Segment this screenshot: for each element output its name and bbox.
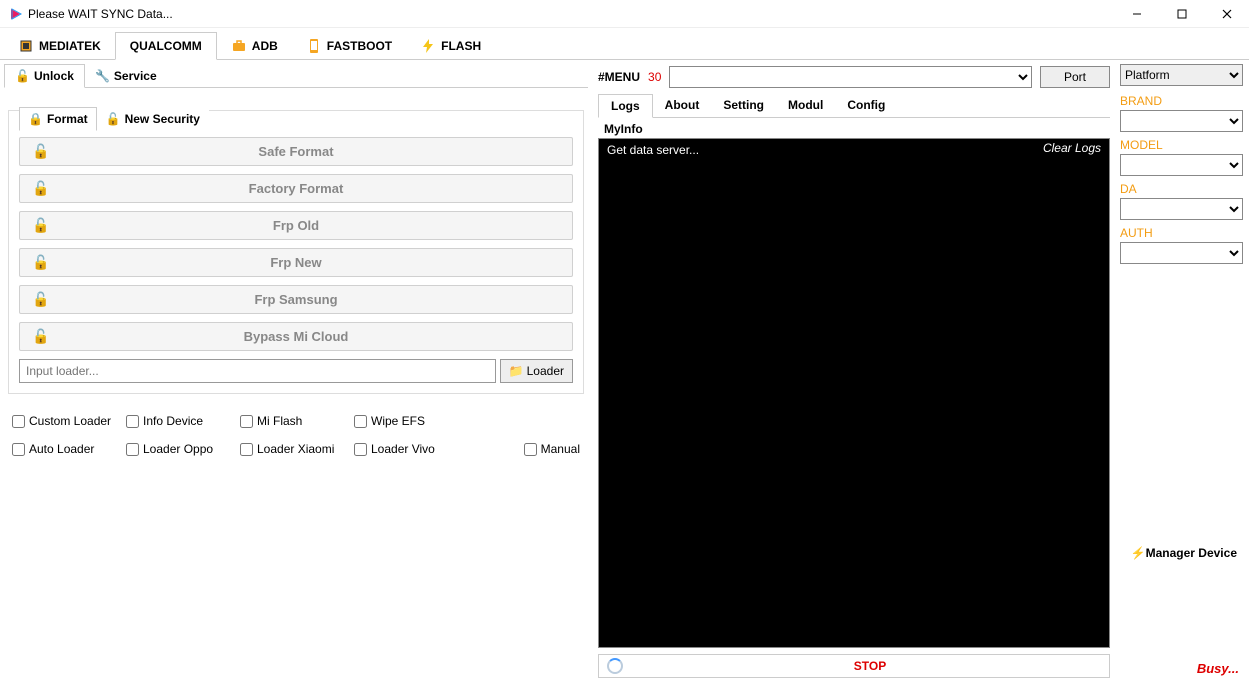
bypass-micloud-button[interactable]: 🔓Bypass Mi Cloud bbox=[19, 322, 573, 351]
toolbox-icon bbox=[231, 38, 247, 54]
frp-old-button[interactable]: 🔓Frp Old bbox=[19, 211, 573, 240]
port-button[interactable]: Port bbox=[1040, 66, 1110, 88]
manager-device-link[interactable]: ⚡Manager Device bbox=[1131, 546, 1237, 560]
phone-icon bbox=[306, 38, 322, 54]
bolt-icon: ⚡ bbox=[1131, 546, 1146, 560]
chip-icon bbox=[18, 38, 34, 54]
loader-button[interactable]: 📁Loader bbox=[500, 359, 573, 383]
da-select[interactable] bbox=[1120, 198, 1243, 220]
myinfo-label: MyInfo bbox=[604, 122, 1110, 136]
padlock-icon: 🔓 bbox=[32, 143, 49, 160]
factory-format-button[interactable]: 🔓Factory Format bbox=[19, 174, 573, 203]
chk-wipe-efs[interactable]: Wipe EFS bbox=[354, 414, 464, 428]
subtab-unlock[interactable]: 🔓Unlock bbox=[4, 64, 85, 88]
titlebar: Please WAIT SYNC Data... bbox=[0, 0, 1249, 28]
tab-config[interactable]: Config bbox=[835, 94, 897, 118]
loader-input[interactable] bbox=[19, 359, 496, 383]
left-panel: 🔓Unlock 🔧Service 🔒Format 🔓New Security 🔓… bbox=[0, 60, 592, 682]
model-select[interactable] bbox=[1120, 154, 1243, 176]
window-controls bbox=[1114, 0, 1249, 28]
padlock-icon: 🔓 bbox=[32, 180, 49, 197]
model-label: MODEL bbox=[1120, 138, 1243, 152]
brand-select[interactable] bbox=[1120, 110, 1243, 132]
padlock-icon: 🔓 bbox=[32, 254, 49, 271]
tab-new-security[interactable]: 🔓New Security bbox=[97, 107, 209, 131]
chk-loader-xiaomi[interactable]: Loader Xiaomi bbox=[240, 442, 350, 456]
frp-new-button[interactable]: 🔓Frp New bbox=[19, 248, 573, 277]
stop-button[interactable]: STOP bbox=[631, 659, 1109, 673]
middle-panel: #MENU 30 Port Logs About Setting Modul C… bbox=[592, 60, 1114, 682]
tab-flash[interactable]: FLASH bbox=[406, 32, 495, 60]
brand-label: BRAND bbox=[1120, 94, 1243, 108]
flash-icon bbox=[420, 38, 436, 54]
log-box[interactable]: Get data server... Clear Logs bbox=[598, 138, 1110, 648]
padlock-icon: 🔓 bbox=[32, 217, 49, 234]
tab-about[interactable]: About bbox=[653, 94, 712, 118]
chk-custom-loader[interactable]: Custom Loader bbox=[12, 414, 122, 428]
left-subtabs: 🔓Unlock 🔧Service bbox=[4, 64, 588, 88]
device-select[interactable] bbox=[669, 66, 1032, 88]
tab-logs[interactable]: Logs bbox=[598, 94, 653, 118]
format-tabs: 🔒Format 🔓New Security bbox=[19, 107, 573, 131]
busy-status: Busy... bbox=[1197, 661, 1239, 676]
menu-bar: #MENU 30 Port bbox=[598, 64, 1110, 90]
platform-select[interactable]: Platform bbox=[1120, 64, 1243, 86]
unlock-icon: 🔓 bbox=[15, 69, 30, 83]
minimize-button[interactable] bbox=[1114, 0, 1159, 28]
subtab-service[interactable]: 🔧Service bbox=[85, 64, 167, 88]
chk-loader-oppo[interactable]: Loader Oppo bbox=[126, 442, 236, 456]
right-panel: Platform BRAND MODEL DA AUTH bbox=[1114, 60, 1249, 682]
spinner-icon bbox=[607, 658, 623, 674]
tab-modul[interactable]: Modul bbox=[776, 94, 835, 118]
da-label: DA bbox=[1120, 182, 1243, 196]
auth-select[interactable] bbox=[1120, 242, 1243, 264]
lock-icon: 🔒 bbox=[28, 112, 43, 126]
menu-label: #MENU bbox=[598, 70, 640, 84]
format-group: 🔒Format 🔓New Security 🔓Safe Format 🔓Fact… bbox=[8, 110, 584, 394]
folder-icon: 📁 bbox=[509, 364, 524, 378]
tab-setting[interactable]: Setting bbox=[711, 94, 776, 118]
chk-info-device[interactable]: Info Device bbox=[126, 414, 236, 428]
device-tabs: MEDIATEK QUALCOMM ADB FASTBOOT FLASH bbox=[0, 28, 1249, 60]
window-title: Please WAIT SYNC Data... bbox=[28, 7, 1114, 21]
log-tabs: Logs About Setting Modul Config bbox=[598, 94, 1110, 118]
menu-count: 30 bbox=[648, 70, 661, 84]
frp-samsung-button[interactable]: 🔓Frp Samsung bbox=[19, 285, 573, 314]
tab-format[interactable]: 🔒Format bbox=[19, 107, 97, 131]
clear-logs-link[interactable]: Clear Logs bbox=[1043, 141, 1101, 155]
unlock-open-icon: 🔓 bbox=[106, 112, 121, 126]
maximize-button[interactable] bbox=[1159, 0, 1204, 28]
loader-row: 📁Loader bbox=[19, 359, 573, 383]
stop-bar: STOP bbox=[598, 654, 1110, 678]
checkbox-grid: Custom Loader Info Device Mi Flash Wipe … bbox=[12, 414, 580, 456]
padlock-icon: 🔓 bbox=[32, 328, 49, 345]
tab-qualcomm[interactable]: QUALCOMM bbox=[115, 32, 217, 60]
auth-label: AUTH bbox=[1120, 226, 1243, 240]
log-line: Get data server... bbox=[607, 143, 699, 157]
tab-adb[interactable]: ADB bbox=[217, 32, 292, 60]
close-button[interactable] bbox=[1204, 0, 1249, 28]
chk-loader-vivo[interactable]: Loader Vivo bbox=[354, 442, 464, 456]
chk-auto-loader[interactable]: Auto Loader bbox=[12, 442, 122, 456]
tab-mediatek[interactable]: MEDIATEK bbox=[4, 32, 115, 60]
app-icon bbox=[8, 7, 22, 21]
chk-mi-flash[interactable]: Mi Flash bbox=[240, 414, 350, 428]
service-icon: 🔧 bbox=[95, 69, 110, 83]
padlock-icon: 🔓 bbox=[32, 291, 49, 308]
tab-fastboot[interactable]: FASTBOOT bbox=[292, 32, 406, 60]
chk-manual[interactable]: Manual bbox=[524, 442, 580, 456]
safe-format-button[interactable]: 🔓Safe Format bbox=[19, 137, 573, 166]
